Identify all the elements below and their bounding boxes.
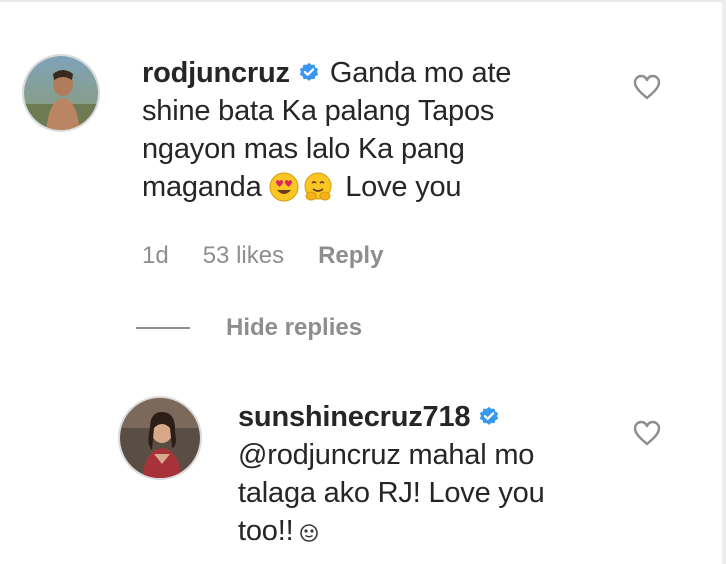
comment-meta: 1d 53 likes Reply bbox=[142, 242, 383, 270]
like-heart-icon[interactable] bbox=[632, 418, 662, 448]
reply-username[interactable]: sunshinecruz718 bbox=[238, 401, 471, 433]
reply-text: sunshinecruz718 @rodjuncruz mahal mo tal… bbox=[238, 398, 598, 550]
comment-text-love: Love you bbox=[345, 171, 462, 203]
reply-text-line-2: talaga ako RJ! Love you bbox=[238, 477, 545, 509]
hide-replies-line bbox=[136, 327, 190, 329]
reply-button[interactable]: Reply bbox=[318, 242, 383, 270]
comment-text-line-1: Ganda mo ate bbox=[329, 57, 512, 89]
comment-text-line-3: ngayon mas lalo Ka pang bbox=[142, 133, 465, 165]
comment-text: rodjuncruz Ganda mo ate shine bata Ka pal… bbox=[142, 54, 602, 206]
top-border bbox=[0, 0, 726, 2]
reply-text-line-1: @rodjuncruz mahal mo bbox=[238, 439, 535, 471]
verified-badge-icon bbox=[480, 406, 499, 425]
avatar-rodjuncruz[interactable] bbox=[22, 54, 100, 132]
right-border bbox=[722, 0, 726, 564]
comment-likes[interactable]: 53 likes bbox=[203, 242, 284, 270]
avatar-image bbox=[120, 398, 200, 478]
comment-username[interactable]: rodjuncruz bbox=[142, 57, 290, 89]
hide-replies-button[interactable]: Hide replies bbox=[136, 314, 362, 342]
comment-time[interactable]: 1d bbox=[142, 242, 169, 270]
comment-text-line-4: maganda bbox=[142, 171, 262, 203]
like-heart-icon[interactable] bbox=[632, 72, 662, 102]
verified-badge-icon bbox=[299, 62, 319, 81]
hide-replies-label[interactable]: Hide replies bbox=[226, 314, 362, 342]
comment-text-line-2: shine bata Ka palang Tapos bbox=[142, 95, 495, 127]
avatar-sunshinecruz718[interactable] bbox=[118, 396, 202, 480]
avatar-image bbox=[24, 56, 98, 130]
heart-eyes-emoji-icon bbox=[269, 172, 299, 202]
small-face-emoji-icon bbox=[300, 524, 319, 542]
smiling-hug-emoji-icon bbox=[304, 172, 332, 201]
reply-text-line-3: too!! bbox=[238, 515, 294, 547]
